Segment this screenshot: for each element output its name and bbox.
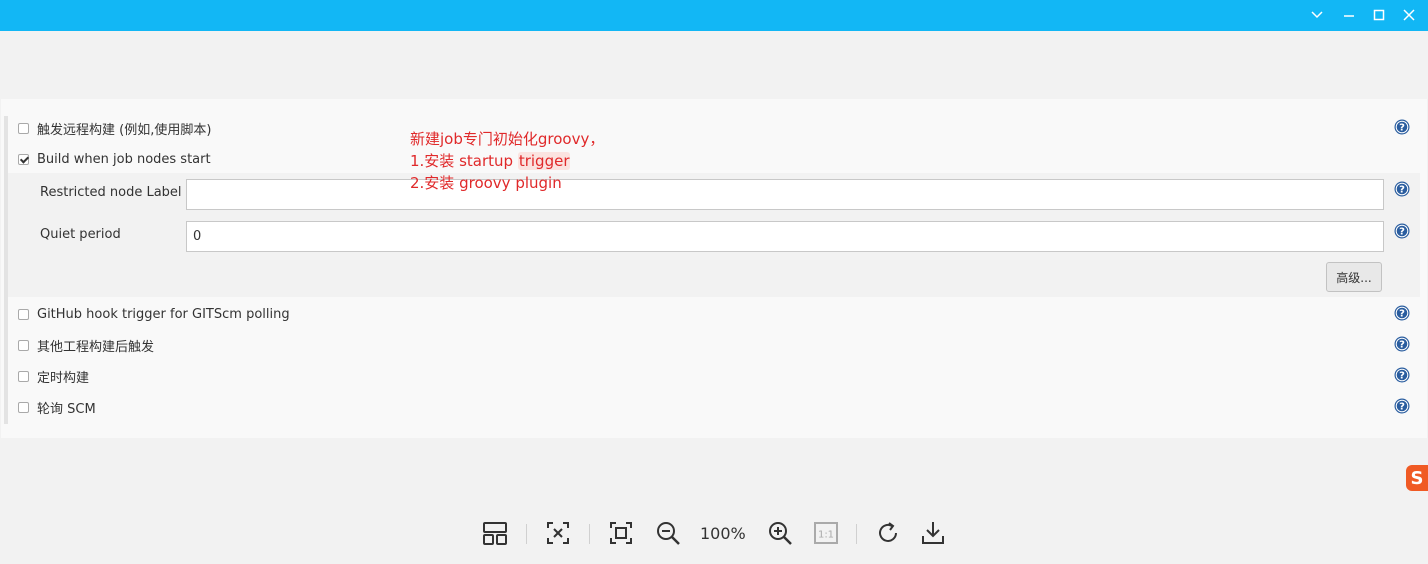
annotation-note: 新建job专门初始化groovy， 1.安装 startup trigger 2… — [410, 128, 604, 194]
svg-text:?: ? — [1399, 340, 1405, 351]
remote-build-checkbox[interactable] — [18, 122, 29, 134]
window-titlebar — [0, 0, 1428, 31]
poll-scm-label: 轮询 SCM — [37, 401, 96, 417]
after-other-projects-checkbox[interactable] — [18, 339, 29, 351]
trigger-after-other-projects[interactable]: 其他工程构建后触发 — [18, 335, 154, 355]
poll-scm-checkbox[interactable] — [18, 401, 29, 413]
maximize-icon[interactable] — [1371, 7, 1387, 23]
zoom-level: 100% — [700, 524, 746, 543]
annotation-line-2: 1.安装 startup trigger — [410, 150, 604, 172]
ime-badge[interactable]: S — [1406, 465, 1428, 491]
trigger-periodic-build[interactable]: 定时构建 — [18, 366, 89, 386]
svg-text:?: ? — [1399, 371, 1405, 382]
minimize-icon[interactable] — [1341, 7, 1357, 23]
annotation-line-3: 2.安装 groovy plugin — [410, 174, 562, 192]
svg-text:?: ? — [1399, 402, 1405, 413]
fit-close-icon[interactable] — [545, 520, 571, 546]
fit-window-icon[interactable] — [608, 520, 634, 546]
chevron-down-icon[interactable] — [1309, 7, 1325, 23]
github-hook-checkbox[interactable] — [18, 308, 29, 320]
trigger-poll-scm[interactable]: 轮询 SCM — [18, 397, 96, 417]
svg-text:?: ? — [1399, 309, 1405, 320]
close-icon[interactable] — [1401, 7, 1417, 23]
download-icon[interactable] — [920, 520, 946, 546]
after-other-projects-label: 其他工程构建后触发 — [37, 339, 155, 355]
trigger-github-hook[interactable]: GitHub hook trigger for GITScm polling — [18, 304, 290, 324]
trigger-build-when-nodes-start[interactable]: Build when job nodes start — [18, 149, 211, 169]
help-icon[interactable]: ? — [1394, 181, 1410, 197]
restricted-node-label-input[interactable] — [186, 179, 1384, 210]
remote-build-label: 触发远程构建 (例如,使用脚本) — [37, 122, 212, 138]
layout-icon[interactable] — [482, 520, 508, 546]
toolbar-separator — [526, 524, 527, 544]
help-icon[interactable]: ? — [1394, 336, 1410, 352]
zoom-in-icon[interactable] — [767, 520, 793, 546]
toolbar-separator — [589, 524, 590, 544]
toolbar-separator — [856, 524, 857, 544]
svg-text:?: ? — [1399, 123, 1405, 134]
annotation-line-2-prefix: 1.安装 startup — [410, 152, 518, 170]
help-icon[interactable]: ? — [1394, 398, 1410, 414]
help-icon[interactable]: ? — [1394, 305, 1410, 321]
rotate-icon[interactable] — [875, 520, 901, 546]
github-hook-label: GitHub hook trigger for GITScm polling — [37, 306, 290, 322]
actual-size-label: 1:1 — [818, 530, 834, 541]
periodic-build-label: 定时构建 — [37, 370, 90, 386]
quiet-period-label: Quiet period — [40, 227, 121, 242]
help-icon[interactable]: ? — [1394, 223, 1410, 239]
zoom-out-icon[interactable] — [655, 520, 681, 546]
svg-text:?: ? — [1399, 185, 1405, 196]
quiet-period-input[interactable] — [186, 221, 1384, 252]
annotation-line-1: 新建job专门初始化groovy， — [410, 130, 605, 148]
advanced-button[interactable]: 高级... — [1326, 262, 1382, 292]
build-when-nodes-start-checkbox[interactable] — [18, 153, 29, 165]
top-band — [1, 31, 1427, 99]
svg-text:?: ? — [1399, 227, 1405, 238]
help-icon[interactable]: ? — [1394, 119, 1410, 135]
build-when-nodes-start-label: Build when job nodes start — [37, 151, 211, 167]
annotation-highlight: trigger — [517, 152, 571, 170]
periodic-build-checkbox[interactable] — [18, 370, 29, 382]
trigger-remote-build[interactable]: 触发远程构建 (例如,使用脚本) — [18, 118, 211, 138]
restricted-node-label-label: Restricted node Label — [40, 185, 182, 200]
help-icon[interactable]: ? — [1394, 367, 1410, 383]
actual-size-icon[interactable]: 1:1 — [813, 520, 839, 546]
